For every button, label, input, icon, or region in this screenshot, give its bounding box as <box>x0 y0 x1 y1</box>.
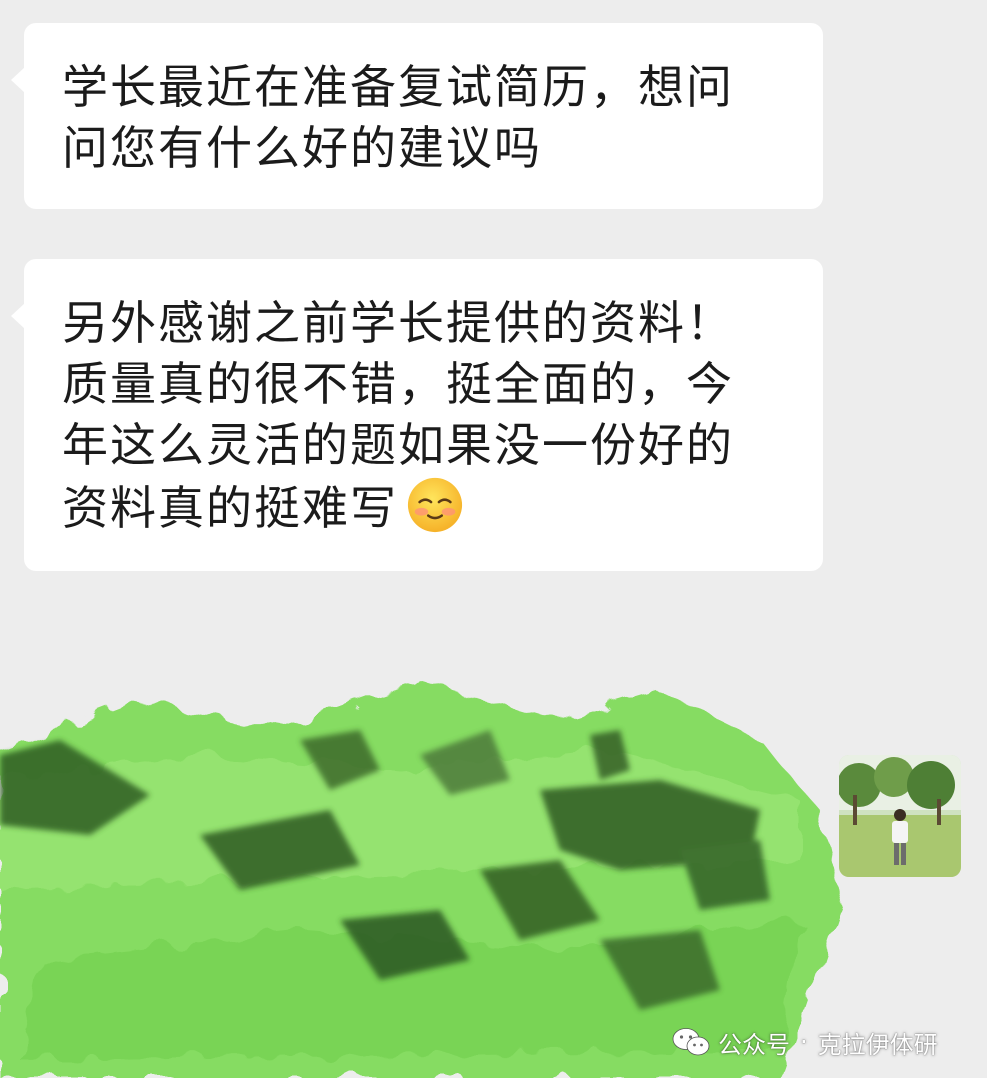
message-text-line: 资料真的挺难写 <box>62 476 803 539</box>
blushing-smile-emoji-icon <box>407 477 463 533</box>
profile-photo-icon <box>839 755 961 877</box>
watermark-separator: · <box>800 1028 808 1056</box>
message-text-segment: 资料真的挺难写 <box>62 481 398 535</box>
message-text-line: 质量真的很不错，挺全面的，今 <box>62 357 734 411</box>
redaction-scribble <box>0 680 840 1078</box>
message-text-line: 另外感谢之前学长提供的资料！ <box>62 296 734 350</box>
message-bubble-incoming[interactable]: 学长最近在准备复试简历，想问 问您有什么好的建议吗 <box>11 23 823 209</box>
message-text-line: 学长最近在准备复试简历，想问 <box>62 60 734 114</box>
sender-avatar[interactable] <box>839 755 961 877</box>
wechat-icon <box>672 1028 710 1056</box>
watermark: 公众号 · 克拉伊体研 <box>672 1022 938 1062</box>
message-text-line: 年这么灵活的题如果没一份好的 <box>62 418 734 472</box>
watermark-label: 公众号 <box>718 1030 790 1059</box>
message-text-line: 问您有什么好的建议吗 <box>62 121 542 175</box>
message-bubble-incoming[interactable]: 另外感谢之前学长提供的资料！ 质量真的很不错，挺全面的，今 年这么灵活的题如果没… <box>11 259 823 571</box>
watermark-account-name: 克拉伊体研 <box>817 1030 938 1059</box>
